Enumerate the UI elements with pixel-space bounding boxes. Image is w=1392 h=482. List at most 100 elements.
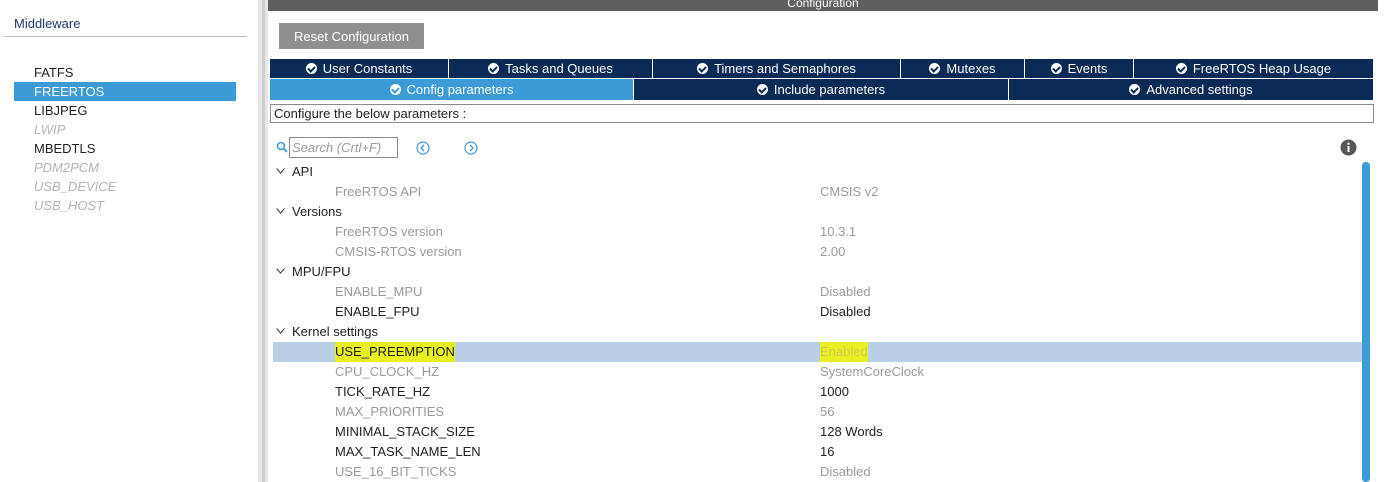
- tab-freertos-heap-usage[interactable]: FreeRTOS Heap Usage: [1134, 59, 1373, 78]
- check-circle-icon: [756, 84, 768, 95]
- tab-label: Timers and Semaphores: [714, 61, 856, 76]
- middleware-item-libjpeg[interactable]: LIBJPEG: [14, 101, 236, 120]
- tab-timers-and-semaphores[interactable]: Timers and Semaphores: [653, 59, 901, 78]
- configuration-header: Configuration: [268, 0, 1378, 11]
- group-name: MPU/FPU: [292, 264, 351, 279]
- divider-line: [4, 36, 247, 37]
- parameter-row[interactable]: MAX_PRIORITIES 56: [273, 402, 1365, 422]
- parameter-name: MAX_TASK_NAME_LEN: [335, 444, 481, 459]
- check-circle-icon: [305, 63, 317, 74]
- parameter-value[interactable]: 1000: [820, 382, 849, 402]
- group-name: Kernel settings: [292, 324, 378, 339]
- middleware-list: FATFS FREERTOS LIBJPEG LWIP MBEDTLS PDM2PCM US…: [14, 63, 236, 215]
- check-circle-icon: [1129, 84, 1141, 95]
- panel-splitter-bar: [262, 0, 265, 482]
- middleware-item-pdm2pcm[interactable]: PDM2PCM: [14, 158, 236, 177]
- arrow-left-circle-icon[interactable]: [416, 141, 430, 155]
- tab-advanced-settings[interactable]: Advanced settings: [1009, 79, 1373, 100]
- parameter-row[interactable]: CPU_CLOCK_HZ SystemCoreClock: [273, 362, 1365, 382]
- instruction-label: Configure the below parameters :: [270, 104, 1374, 123]
- tab-label: Tasks and Queues: [505, 61, 613, 76]
- check-circle-icon: [929, 63, 941, 74]
- tab-label: Advanced settings: [1146, 82, 1253, 97]
- middleware-item-freertos[interactable]: FREERTOS: [14, 82, 236, 101]
- scrollbar-thumb[interactable]: [1362, 162, 1370, 482]
- tab-label: Config parameters: [406, 82, 514, 97]
- chevron-down-icon[interactable]: [276, 328, 285, 334]
- tab-row-2: Config parameters Include parameters Advan…: [270, 79, 1373, 100]
- parameter-name: TICK_RATE_HZ: [335, 384, 431, 399]
- tab-label: Events: [1067, 61, 1108, 76]
- tab-mutexes[interactable]: Mutexes: [901, 59, 1025, 78]
- tab-user-constants[interactable]: User Constants: [270, 59, 449, 78]
- chevron-down-icon[interactable]: [276, 208, 285, 214]
- group-row[interactable]: MPU/FPU: [273, 262, 1365, 282]
- tab-label: User Constants: [322, 61, 413, 76]
- tab-events[interactable]: Events: [1025, 59, 1134, 78]
- chevron-down-icon[interactable]: [276, 268, 285, 274]
- tab-config-parameters[interactable]: Config parameters: [270, 79, 634, 100]
- parameter-name: MAX_PRIORITIES: [335, 404, 445, 419]
- parameter-value: Disabled: [820, 464, 871, 479]
- parameter-name: USE_16_BIT_TICKS: [335, 464, 457, 479]
- search-icon[interactable]: [276, 141, 288, 153]
- tab-row-1: User Constants Tasks and Queues Timers and…: [270, 59, 1373, 78]
- tab-label: Include parameters: [773, 82, 886, 97]
- check-circle-icon: [389, 84, 401, 95]
- parameter-value[interactable]: 16: [820, 442, 834, 462]
- parameter-row[interactable]: MAX_TASK_NAME_LEN 16: [273, 442, 1365, 462]
- arrow-right-circle-icon[interactable]: [464, 141, 478, 155]
- parameters-tree: API FreeRTOS API CMSIS v2 Versions FreeRTOS …: [273, 162, 1365, 482]
- parameter-row[interactable]: ENABLE_MPU Disabled: [273, 282, 1365, 302]
- parameter-value[interactable]: 128 Words: [820, 422, 883, 442]
- group-row[interactable]: Kernel settings: [273, 322, 1365, 342]
- parameter-name: CMSIS-RTOS version: [335, 244, 462, 259]
- parameter-name: MINIMAL_STACK_SIZE: [335, 424, 475, 439]
- middleware-title: Middleware: [14, 16, 81, 31]
- parameter-row[interactable]: CMSIS-RTOS version 2.00: [273, 242, 1365, 262]
- group-row[interactable]: Versions: [273, 202, 1365, 222]
- check-circle-icon: [488, 63, 500, 74]
- parameter-value[interactable]: Enabled: [820, 342, 868, 362]
- parameter-row[interactable]: MINIMAL_STACK_SIZE 128 Words: [273, 422, 1365, 442]
- middleware-item-mbedtls[interactable]: MBEDTLS: [14, 139, 236, 158]
- reset-configuration-button[interactable]: Reset Configuration: [279, 23, 424, 49]
- parameter-value: SystemCoreClock: [820, 364, 925, 379]
- parameter-name: CPU_CLOCK_HZ: [335, 364, 440, 379]
- parameter-name: FreeRTOS API: [335, 184, 422, 199]
- parameter-name: FreeRTOS version: [335, 224, 443, 239]
- parameter-value: 2.00: [820, 244, 846, 259]
- chevron-down-icon[interactable]: [276, 168, 285, 174]
- middleware-item-lwip[interactable]: LWIP: [14, 120, 236, 139]
- middleware-panel: Middleware FATFS FREERTOS LIBJPEG LWIP MBEDT…: [0, 0, 258, 482]
- tab-include-parameters[interactable]: Include parameters: [634, 79, 1009, 100]
- group-name: API: [292, 164, 313, 179]
- parameter-value: Disabled: [820, 284, 871, 299]
- parameter-name: USE_PREEMPTION: [335, 342, 455, 362]
- parameter-row[interactable]: TICK_RATE_HZ 1000: [273, 382, 1365, 402]
- tab-label: FreeRTOS Heap Usage: [1192, 61, 1332, 76]
- middleware-item-usb-device[interactable]: USB_DEVICE: [14, 177, 236, 196]
- check-circle-icon: [697, 63, 709, 74]
- parameter-row[interactable]: USE_PREEMPTION Enabled: [273, 342, 1365, 362]
- parameter-name: ENABLE_MPU: [335, 284, 423, 299]
- tab-label: Mutexes: [946, 61, 996, 76]
- parameter-value: 56: [820, 404, 835, 419]
- parameter-value: CMSIS v2: [820, 184, 879, 199]
- parameter-value[interactable]: Disabled: [820, 302, 871, 322]
- group-row[interactable]: API: [273, 162, 1365, 182]
- info-icon[interactable]: [1340, 139, 1357, 156]
- check-circle-icon: [1050, 63, 1062, 74]
- parameter-row[interactable]: FreeRTOS API CMSIS v2: [273, 182, 1365, 202]
- middleware-item-fatfs[interactable]: FATFS: [14, 63, 236, 82]
- parameter-name: ENABLE_FPU: [335, 304, 420, 319]
- middleware-item-usb-host[interactable]: USB_HOST: [14, 196, 236, 215]
- parameter-value: 10.3.1: [820, 224, 857, 239]
- parameter-row[interactable]: ENABLE_FPU Disabled: [273, 302, 1365, 322]
- tab-tasks-and-queues[interactable]: Tasks and Queues: [449, 59, 653, 78]
- parameter-row[interactable]: USE_16_BIT_TICKS Disabled: [273, 462, 1365, 482]
- check-circle-icon: [1175, 63, 1187, 74]
- group-name: Versions: [292, 204, 342, 219]
- search-input[interactable]: [289, 137, 398, 158]
- parameter-row[interactable]: FreeRTOS version 10.3.1: [273, 222, 1365, 242]
